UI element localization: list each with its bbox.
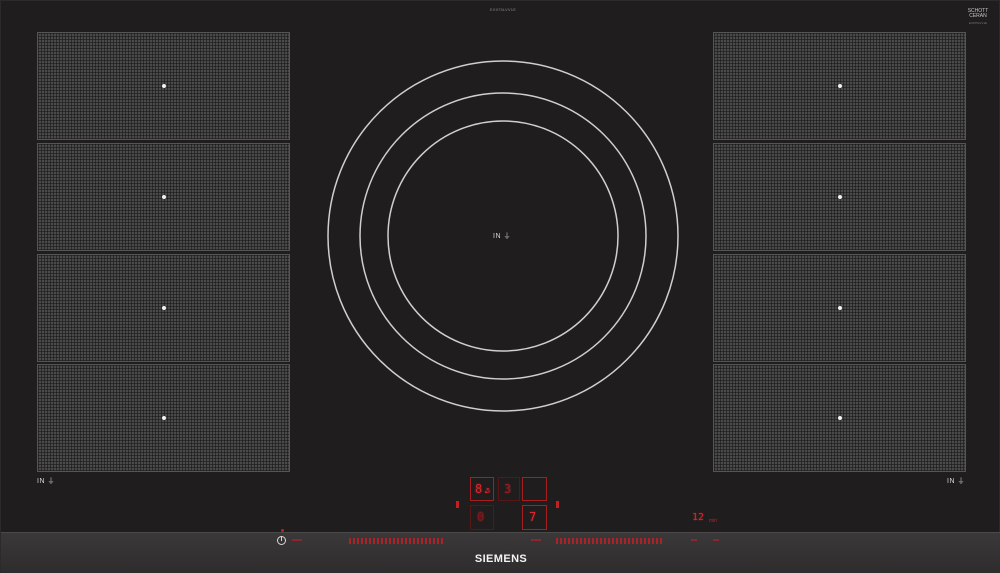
right-zone-1[interactable]: [713, 32, 966, 140]
left-zone-2[interactable]: [37, 143, 290, 251]
display-frame-top-right: [522, 477, 547, 501]
timer-unit: min: [709, 518, 718, 524]
zone-marker-dot: [161, 195, 166, 199]
timer-display: 12: [692, 512, 705, 523]
zone-marker-dot: [837, 195, 842, 199]
zone-marker-dot: [161, 416, 166, 420]
center-induction-mark: IN ⏚: [493, 233, 511, 240]
zone-marker-dot: [161, 306, 166, 310]
right-indicator-light: [556, 501, 559, 508]
timer-minus-button[interactable]: [691, 539, 697, 541]
display-top-mid: 3: [504, 482, 512, 496]
left-zone-4[interactable]: [37, 364, 290, 472]
power-button[interactable]: [277, 536, 286, 545]
zone-marker-dot: [837, 306, 842, 310]
cooktop: EX975LVV1E SCHOTT CERAN EX975LVV1E IN ⏚ …: [0, 0, 1000, 573]
left-indicator-light: [456, 501, 459, 508]
zone-marker-dot: [837, 416, 842, 420]
display-top-left-sub: 5: [486, 487, 491, 495]
display-bottom-left: 0: [477, 510, 485, 524]
left-power-slider[interactable]: [349, 538, 445, 544]
left-zone-1[interactable]: [37, 32, 290, 140]
right-zone-4[interactable]: [713, 364, 966, 472]
right-power-slider[interactable]: [556, 538, 662, 544]
display-bottom-right: 7: [529, 510, 537, 524]
left-zone-3[interactable]: [37, 254, 290, 362]
left-induction-mark: IN ⏚: [37, 478, 55, 485]
zone-marker-dot: [837, 84, 842, 88]
right-induction-mark: IN ⏚: [947, 478, 965, 485]
timer-plus-button[interactable]: [713, 539, 719, 541]
center-control-button[interactable]: [531, 539, 541, 541]
power-level-indicator: [292, 539, 302, 541]
zone-marker-dot: [161, 84, 166, 88]
model-label: EX975LVV1E: [489, 7, 517, 12]
right-zone-2[interactable]: [713, 143, 966, 251]
brand-logo: SIEMENS: [474, 553, 528, 565]
right-zone-3[interactable]: [713, 254, 966, 362]
schott-ceran-logo: SCHOTT CERAN EX975LVV1E: [967, 8, 989, 26]
